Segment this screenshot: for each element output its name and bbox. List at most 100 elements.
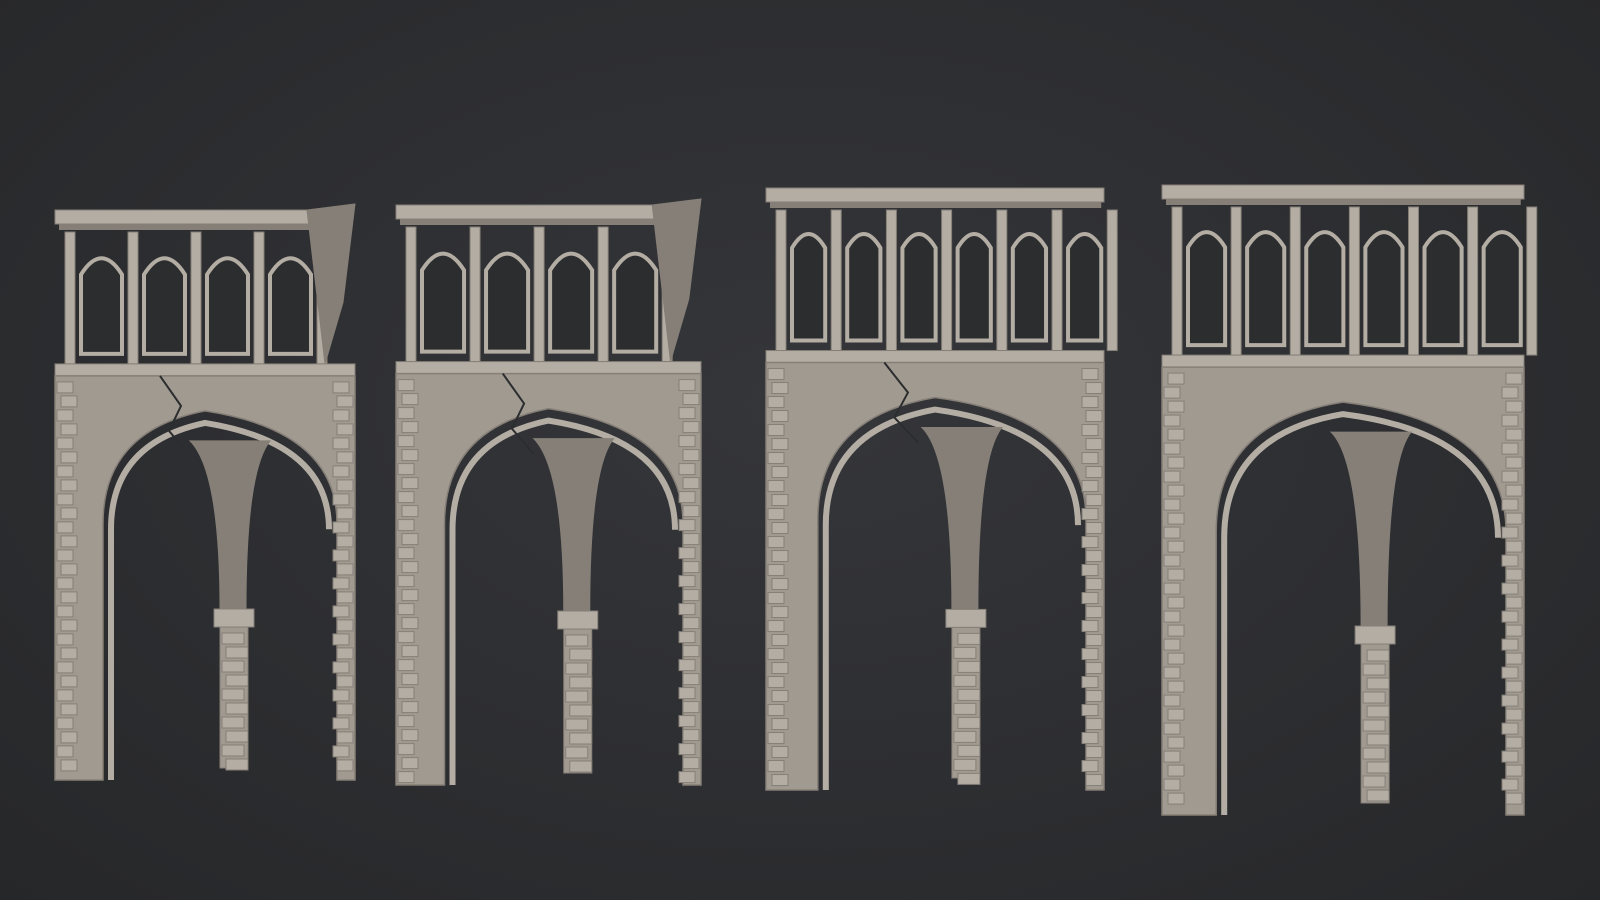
stone-brick [1081, 452, 1099, 465]
stone-brick [401, 757, 419, 770]
ruined-arch-module-1 [54, 203, 356, 781]
stone-brick [332, 661, 350, 674]
stone-brick [771, 718, 789, 731]
stone-brick [771, 466, 789, 479]
gallery-window [484, 251, 531, 354]
gallery-column [533, 226, 545, 363]
stone-brick [56, 465, 74, 478]
stone-brick [1085, 494, 1103, 507]
gallery-window [790, 232, 828, 343]
stone-brick [682, 617, 700, 630]
stone-brick [1167, 792, 1185, 805]
gallery-window [1363, 230, 1405, 348]
gallery-window [845, 232, 883, 343]
stone-brick [60, 535, 78, 548]
stone-brick [767, 648, 785, 661]
stone-brick [678, 659, 696, 672]
stone-brick [1366, 677, 1390, 690]
stone-brick [397, 631, 415, 644]
gallery-column [127, 231, 139, 365]
stone-brick [336, 591, 354, 604]
stone-brick [1163, 610, 1181, 623]
gallery-column [1408, 206, 1420, 356]
stone-brick [565, 662, 589, 675]
gallery-column [253, 231, 265, 365]
stone-brick [1085, 634, 1103, 647]
arch-wall [765, 361, 1105, 791]
cornice-shadow [59, 224, 317, 230]
stone-brick [1163, 498, 1181, 511]
stone-brick [1163, 778, 1181, 791]
stone-brick [1501, 722, 1519, 735]
stone-brick [1167, 428, 1185, 441]
stone-brick [1163, 414, 1181, 427]
stone-brick [221, 716, 245, 729]
gallery-column [190, 231, 202, 365]
stone-brick [767, 396, 785, 409]
gallery-window [1422, 230, 1464, 348]
stone-brick [397, 743, 415, 756]
stone-brick [56, 689, 74, 702]
stone-brick [678, 603, 696, 616]
stone-brick [401, 589, 419, 602]
stone-brick [1085, 550, 1103, 563]
stone-brick [332, 745, 350, 758]
stone-brick [332, 689, 350, 702]
stone-brick [397, 547, 415, 560]
gallery-window [268, 256, 313, 356]
stone-brick [60, 507, 78, 520]
stone-brick [1163, 638, 1181, 651]
pier-capital [945, 608, 987, 628]
module-body [765, 187, 1118, 791]
stone-brick [771, 662, 789, 675]
stone-brick [221, 660, 245, 673]
stone-brick [1163, 386, 1181, 399]
stone-brick [1163, 442, 1181, 455]
cornice [1161, 184, 1525, 200]
central-pier-vault [920, 427, 1003, 610]
gallery-column [64, 231, 76, 365]
gallery-column [597, 226, 609, 363]
stone-brick [771, 522, 789, 535]
stone-brick [1163, 582, 1181, 595]
stone-brick [1167, 372, 1185, 385]
stone-brick [401, 673, 419, 686]
stone-brick [397, 687, 415, 700]
stone-brick [332, 717, 350, 730]
stone-brick [767, 480, 785, 493]
stone-brick [682, 449, 700, 462]
stone-brick [1505, 624, 1523, 637]
stone-brick [1505, 792, 1523, 805]
stone-brick [56, 577, 74, 590]
stone-brick [678, 575, 696, 588]
stone-brick [1081, 536, 1099, 549]
stone-brick [1167, 484, 1185, 497]
stone-brick [1366, 705, 1390, 718]
stone-brick [1167, 456, 1185, 469]
stone-brick [1081, 508, 1099, 521]
stone-brick [401, 533, 419, 546]
stone-brick [401, 645, 419, 658]
stone-brick [1501, 498, 1519, 511]
stone-brick [957, 660, 981, 673]
stone-brick [771, 550, 789, 563]
stone-brick [336, 451, 354, 464]
stone-brick [397, 715, 415, 728]
gallery-column [1171, 206, 1183, 356]
stone-brick [771, 382, 789, 395]
stone-brick [1085, 382, 1103, 395]
gallery-column [1348, 206, 1360, 356]
stone-brick [771, 410, 789, 423]
stone-brick [221, 632, 245, 645]
stone-brick [60, 647, 78, 660]
stone-brick [767, 536, 785, 549]
stone-brick [771, 494, 789, 507]
stone-brick [1085, 774, 1103, 787]
stone-brick [332, 409, 350, 422]
stone-brick [332, 605, 350, 618]
stone-brick [1505, 652, 1523, 665]
gallery-column [1230, 206, 1242, 356]
stone-brick [1085, 410, 1103, 423]
stone-brick [56, 717, 74, 730]
stone-brick [397, 603, 415, 616]
